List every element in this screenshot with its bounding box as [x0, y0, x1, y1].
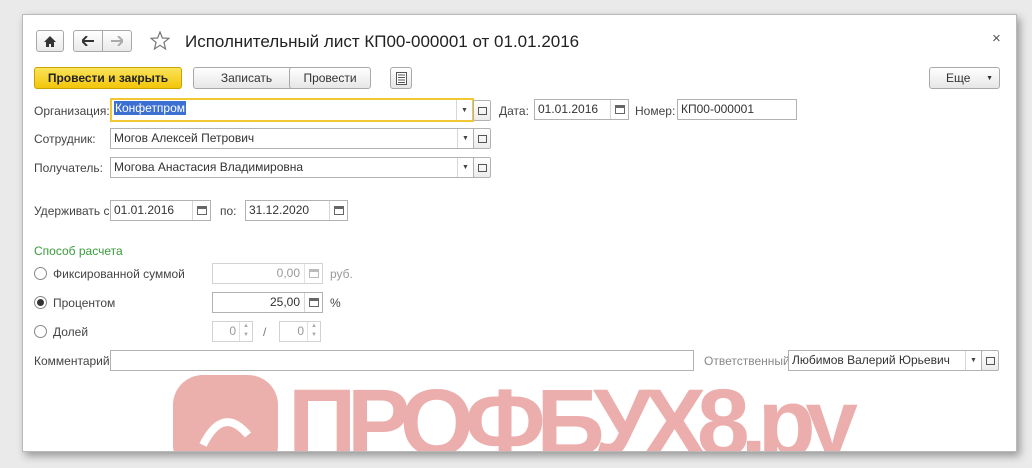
close-icon[interactable]: ×	[992, 30, 1001, 47]
post-button[interactable]: Провести	[289, 67, 371, 89]
organization-field[interactable]: Конфетпром ▼	[110, 98, 474, 122]
withhold-to-field[interactable]: 31.12.2020	[245, 200, 348, 221]
share-label[interactable]: Долей	[53, 325, 88, 339]
back-button[interactable]	[73, 30, 103, 52]
employee-field[interactable]: Могов Алексей Петрович ▼	[110, 128, 474, 149]
recipient-field[interactable]: Могова Анастасия Владимировна ▼	[110, 157, 474, 178]
fixed-label[interactable]: Фиксированной суммой	[53, 267, 185, 281]
share-separator: /	[263, 325, 267, 339]
open-responsible-button[interactable]	[981, 350, 999, 371]
date-field[interactable]: 01.01.2016	[534, 99, 629, 120]
forward-button[interactable]	[102, 30, 132, 52]
spin-arrows-icon: ▲ ▼	[239, 322, 252, 341]
fixed-amount-field: 0,00	[212, 263, 323, 284]
percent-field[interactable]: 25,00	[212, 292, 323, 313]
home-icon	[44, 35, 56, 47]
percent-label[interactable]: Процентом	[53, 296, 115, 310]
window-title: Исполнительный лист КП00-000001 от 01.01…	[185, 32, 580, 51]
percent-unit: %	[330, 296, 341, 310]
employee-label: Сотрудник:	[34, 132, 96, 146]
chevron-down-icon: ▼	[986, 74, 993, 82]
share-numerator-field: 0 ▲ ▼	[212, 321, 253, 342]
calculator-icon	[304, 264, 322, 283]
open-window-icon	[477, 106, 487, 115]
date-value: 01.01.2016	[538, 102, 599, 116]
withhold-from-value: 01.01.2016	[114, 203, 175, 217]
withhold-to-value: 31.12.2020	[249, 203, 310, 217]
number-value: КП00-000001	[681, 102, 755, 116]
calculator-icon[interactable]	[304, 293, 322, 312]
open-recipient-button[interactable]	[473, 157, 491, 178]
document-window: Исполнительный лист КП00-000001 от 01.01…	[22, 14, 1017, 452]
save-button[interactable]: Записать	[193, 67, 300, 89]
calendar-icon[interactable]	[192, 201, 210, 220]
more-button[interactable]: Еще ▼	[929, 67, 1000, 89]
percent-value: 25,00	[269, 295, 300, 309]
recipient-value: Могова Анастасия Владимировна	[114, 160, 304, 174]
open-organization-button[interactable]	[473, 100, 491, 121]
watermark-logo: ПРОФБУХ8.ру	[173, 370, 858, 452]
chevron-down-icon[interactable]: ▼	[457, 129, 473, 148]
arrow-left-icon	[82, 36, 94, 46]
radio-share[interactable]	[34, 325, 47, 338]
radio-fixed[interactable]	[34, 267, 47, 280]
open-employee-button[interactable]	[473, 128, 491, 149]
withhold-from-label: Удерживать с:	[34, 204, 113, 218]
document-list-icon	[395, 71, 407, 85]
chevron-down-icon[interactable]: ▼	[456, 100, 472, 120]
calc-method-group-title: Способ расчета	[34, 244, 123, 258]
home-button[interactable]	[36, 30, 64, 52]
withhold-from-field[interactable]: 01.01.2016	[110, 200, 211, 221]
organization-value: Конфетпром	[114, 101, 187, 115]
open-window-icon	[985, 356, 995, 365]
report-button[interactable]	[390, 67, 412, 89]
chevron-down-icon[interactable]: ▼	[457, 158, 473, 177]
more-label: Еще	[946, 71, 971, 85]
open-window-icon	[477, 134, 487, 143]
organization-label: Организация:	[34, 104, 110, 118]
arrow-right-icon	[111, 36, 123, 46]
employee-value: Могов Алексей Петрович	[114, 131, 255, 145]
calendar-icon[interactable]	[329, 201, 347, 220]
favorite-star-icon[interactable]	[150, 31, 170, 50]
number-label: Номер:	[635, 104, 676, 118]
spin-arrows-icon: ▲ ▼	[307, 322, 320, 341]
post-and-close-button[interactable]: Провести и закрыть	[34, 67, 182, 89]
withhold-to-label: по:	[220, 204, 237, 218]
fixed-unit: руб.	[330, 267, 353, 281]
chevron-down-icon[interactable]: ▼	[965, 351, 981, 370]
comment-label: Комментарий:	[34, 354, 113, 368]
svg-text:ПРОФБУХ8.ру: ПРОФБУХ8.ру	[288, 370, 858, 452]
number-field[interactable]: КП00-000001	[677, 99, 797, 120]
open-window-icon	[477, 163, 487, 172]
date-label: Дата:	[499, 104, 529, 118]
fixed-value: 0,00	[276, 266, 300, 280]
share-denominator-value: 0	[297, 324, 304, 338]
radio-percent[interactable]	[34, 296, 47, 309]
share-denominator-field: 0 ▲ ▼	[279, 321, 321, 342]
share-numerator-value: 0	[229, 324, 236, 338]
calendar-icon[interactable]	[610, 100, 628, 119]
recipient-label: Получатель:	[34, 161, 103, 175]
